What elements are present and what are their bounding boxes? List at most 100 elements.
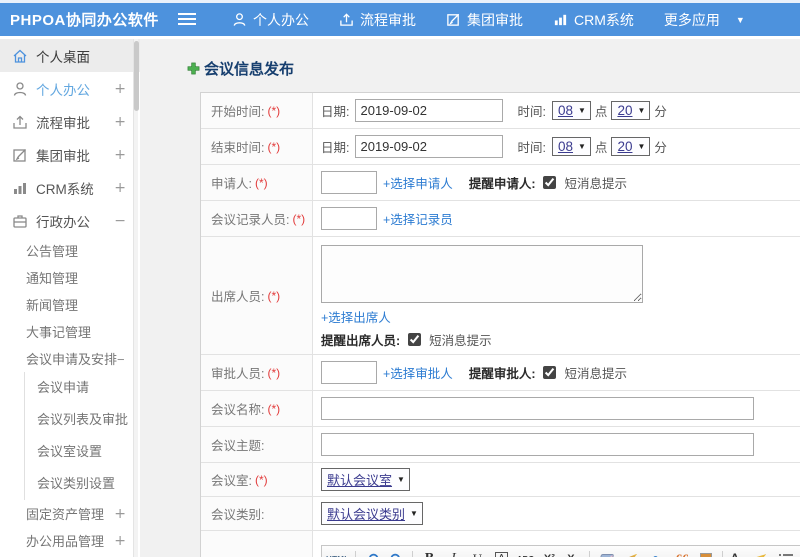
field-label: 会议室: xyxy=(211,474,252,488)
underline-button[interactable]: U xyxy=(467,549,487,557)
row-meeting-topic: 会议主题: xyxy=(201,427,800,463)
approver-sms-checkbox[interactable] xyxy=(543,366,557,379)
paste-icon xyxy=(700,552,713,557)
brush-icon xyxy=(623,553,638,557)
meeting-topic-input[interactable] xyxy=(321,433,754,456)
redo-icon[interactable]: ↷ xyxy=(386,549,406,557)
sidebar-item-group-approval[interactable]: 集团审批 + xyxy=(0,138,140,171)
end-date-input[interactable] xyxy=(355,135,504,158)
top-menu: 个人办公 流程审批 集团审批 CRM系统 更多应用 ▼ xyxy=(232,10,745,30)
choose-approver-link[interactable]: +选择审批人 xyxy=(383,363,453,382)
edit-icon xyxy=(447,13,460,26)
highlight-button[interactable]: ▼ xyxy=(753,549,775,557)
top-menu-group-approval[interactable]: 集团审批 xyxy=(446,10,523,30)
sidebar-item-office-supplies-mgmt[interactable]: 办公用品管理 + xyxy=(0,527,140,554)
font-style-button[interactable]: A xyxy=(495,552,508,557)
row-start-time: 开始时间:(*) 日期: 时间: 08▼ 点 20▼ 分 xyxy=(201,93,800,129)
sidebar-item-meeting-request-arrange[interactable]: 会议申请及安排− xyxy=(0,345,140,372)
paste-text-button[interactable] xyxy=(696,549,716,557)
top-menu-more-apps[interactable]: 更多应用 xyxy=(664,10,720,30)
meeting-form: 开始时间:(*) 日期: 时间: 08▼ 点 20▼ 分 结束时间:(*) 日期… xyxy=(200,92,800,557)
collapse-icon[interactable]: − xyxy=(114,213,126,229)
sidebar-item-news-mgmt[interactable]: 新闻管理 xyxy=(0,291,140,318)
format-brush-button[interactable] xyxy=(620,549,640,557)
green-plus-icon xyxy=(187,62,200,75)
user-icon xyxy=(13,81,27,96)
superscript-button[interactable]: X² xyxy=(539,549,559,557)
start-minute-select[interactable]: 20 ▼ xyxy=(611,101,651,120)
collapse-icon: − xyxy=(117,352,125,367)
sidebar-item-meeting-category-settings[interactable]: 会议类别设置 xyxy=(25,468,140,500)
page-header: 会议信息发布 xyxy=(140,39,800,79)
sidebar-scrollbar[interactable] xyxy=(133,39,139,557)
sidebar-item-personal-office[interactable]: 个人办公 + xyxy=(0,72,140,105)
hamburger-menu-icon[interactable] xyxy=(178,13,196,26)
page-title: 会议信息发布 xyxy=(204,61,295,78)
top-menu-personal-office[interactable]: 个人办公 xyxy=(232,10,309,30)
bar-chart-icon xyxy=(554,14,567,26)
sidebar-item-process-approval[interactable]: 流程审批 + xyxy=(0,105,140,138)
meeting-room-select[interactable]: 默认会议室 ▼ xyxy=(321,468,410,491)
remove-format-button[interactable]: ▼ xyxy=(644,549,668,557)
row-meeting-room: 会议室: (*) 默认会议室 ▼ xyxy=(201,463,800,497)
sidebar-item-fixed-assets-mgmt[interactable]: 固定资产管理 + xyxy=(0,500,140,527)
top-menu-crm[interactable]: CRM系统 xyxy=(553,10,634,30)
row-meeting-category: 会议类别: 默认会议类别 ▼ xyxy=(201,497,800,531)
eraser-button[interactable] xyxy=(596,549,616,557)
start-date-input[interactable] xyxy=(355,99,504,122)
start-hour-select[interactable]: 08 ▼ xyxy=(551,101,591,120)
attendees-sms-checkbox[interactable] xyxy=(408,333,422,346)
sidebar-item-meeting-list-approval[interactable]: 会议列表及审批 xyxy=(25,404,140,436)
recorder-input[interactable] xyxy=(321,207,377,230)
field-label: 结束时间: xyxy=(211,141,265,155)
top-bar: PHPOA协同办公软件 个人办公 流程审批 集团审批 CRM系统 更多应用 ▼ xyxy=(0,0,800,36)
applicant-sms-checkbox[interactable] xyxy=(543,176,557,189)
sidebar-item-events-mgmt[interactable]: 大事记管理 xyxy=(0,318,140,345)
undo-icon[interactable]: ↶ xyxy=(362,549,382,557)
rich-text-editor: HTML ↶ ↷ B I U A ABC X² X₂ xyxy=(321,545,800,557)
subscript-button[interactable]: X₂ xyxy=(563,549,583,557)
sidebar-item-personal-desktop[interactable]: 个人桌面 xyxy=(0,39,140,72)
row-meeting-name: 会议名称: (*) xyxy=(201,391,800,427)
strikethrough-button[interactable]: ABC xyxy=(515,549,535,557)
bold-button[interactable]: B xyxy=(419,549,439,557)
italic-button[interactable]: I xyxy=(443,549,463,557)
end-minute-select[interactable]: 20 ▼ xyxy=(611,137,651,156)
expand-icon[interactable]: + xyxy=(114,533,126,549)
top-menu-process-approval[interactable]: 流程审批 xyxy=(339,10,416,30)
scrollbar-thumb[interactable] xyxy=(134,41,139,111)
sidebar-item-announcement-mgmt[interactable]: 公告管理 xyxy=(0,237,140,264)
meeting-name-input[interactable] xyxy=(321,397,754,420)
html-source-button[interactable]: HTML xyxy=(326,549,349,557)
field-label: 会议主题: xyxy=(211,439,265,453)
sidebar-item-meeting-request[interactable]: 会议申请 xyxy=(25,372,140,404)
applicant-input[interactable] xyxy=(321,171,377,194)
meeting-category-select[interactable]: 默认会议类别 ▼ xyxy=(321,502,423,525)
end-hour-select[interactable]: 08 ▼ xyxy=(551,137,591,156)
expand-icon[interactable]: + xyxy=(114,506,126,522)
bar-chart-icon xyxy=(14,182,26,194)
sidebar-item-meeting-room-settings[interactable]: 会议室设置 xyxy=(25,436,140,468)
blockquote-button[interactable]: 66 xyxy=(672,549,692,557)
select-caret-icon: ▼ xyxy=(637,142,646,151)
field-label: 会议类别: xyxy=(211,508,265,522)
expand-icon[interactable]: + xyxy=(114,114,126,130)
more-apps-caret-icon[interactable]: ▼ xyxy=(736,15,745,25)
choose-applicant-link[interactable]: +选择申请人 xyxy=(383,173,453,192)
font-color-button[interactable]: A▼ xyxy=(729,549,749,557)
sidebar-item-crm[interactable]: CRM系统 + xyxy=(0,171,140,204)
expand-icon[interactable]: + xyxy=(114,180,126,196)
choose-recorder-link[interactable]: +选择记录员 xyxy=(383,209,453,228)
briefcase-icon xyxy=(13,214,27,228)
edit-icon xyxy=(13,148,26,162)
expand-icon[interactable]: + xyxy=(114,147,126,163)
expand-icon[interactable]: + xyxy=(114,81,126,97)
main-content: 会议信息发布 开始时间:(*) 日期: 时间: 08▼ 点 20▼ 分 结束时间… xyxy=(140,39,800,557)
sidebar-item-admin-office[interactable]: 行政办公 − xyxy=(0,204,140,237)
attendees-textarea[interactable] xyxy=(321,245,643,303)
sidebar-item-notice-mgmt[interactable]: 通知管理 xyxy=(0,264,140,291)
approver-input[interactable] xyxy=(321,361,377,384)
row-meeting-content: HTML ↶ ↷ B I U A ABC X² X₂ xyxy=(201,531,800,557)
ordered-list-button[interactable]: ▼ xyxy=(779,549,800,557)
choose-attendees-link[interactable]: +选择出席人 xyxy=(321,307,391,326)
